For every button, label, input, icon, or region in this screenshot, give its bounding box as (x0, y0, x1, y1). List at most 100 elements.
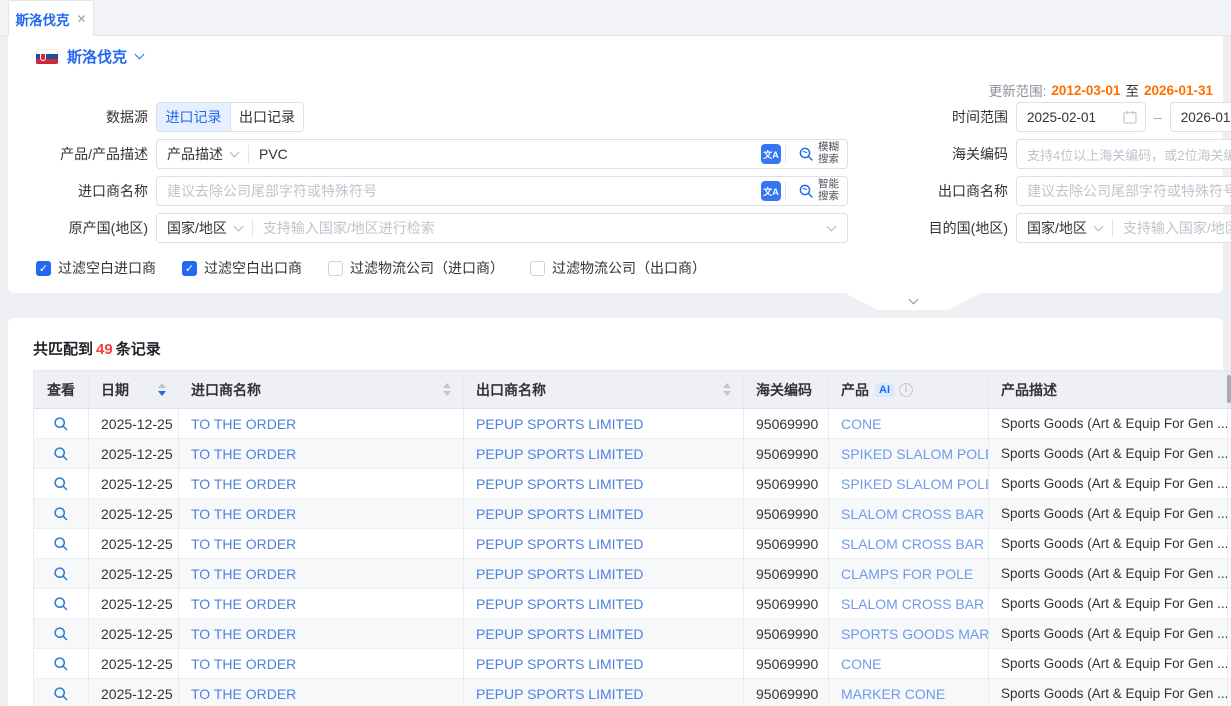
product-link[interactable]: SPIKED SLALOM POLE (829, 469, 989, 499)
exporter-link[interactable]: PEPUP SPORTS LIMITED (464, 439, 744, 469)
tab-slovakia[interactable]: 斯洛伐克 ✕ (8, 0, 94, 36)
update-range: 更新范围: 2012-03-01 至 2026-01-31 (989, 80, 1213, 100)
collapse-form-handle[interactable] (845, 293, 981, 310)
country-selector[interactable]: 斯洛伐克 (36, 46, 143, 67)
importer-link[interactable]: TO THE ORDER (179, 619, 464, 649)
product-link[interactable]: SLALOM CROSS BAR (829, 499, 989, 529)
product-link[interactable]: SPIKED SLALOM POLE (829, 439, 989, 469)
exporter-link[interactable]: PEPUP SPORTS LIMITED (464, 679, 744, 706)
view-cell (34, 469, 89, 499)
view-magnifier-icon[interactable] (53, 416, 69, 432)
product-link[interactable]: CONE (829, 409, 989, 439)
view-magnifier-icon[interactable] (53, 476, 69, 492)
tab-export-records[interactable]: 出口记录 (230, 103, 303, 131)
importer-link[interactable]: TO THE ORDER (179, 499, 464, 529)
exporter-link[interactable]: PEPUP SPORTS LIMITED (464, 529, 744, 559)
close-icon[interactable]: ✕ (76, 13, 86, 25)
translate-icon[interactable]: 文A (761, 144, 781, 164)
checkbox-icon[interactable] (530, 261, 545, 276)
view-magnifier-icon[interactable] (53, 596, 69, 612)
scrollbar-thumb[interactable] (1227, 375, 1231, 403)
importer-link[interactable]: TO THE ORDER (179, 559, 464, 589)
importer-link[interactable]: TO THE ORDER (179, 529, 464, 559)
info-icon[interactable]: i (899, 383, 913, 397)
product-link[interactable]: CLAMPS FOR POLE (829, 559, 989, 589)
view-magnifier-icon[interactable] (53, 446, 69, 462)
tab-title: 斯洛伐克 (15, 9, 69, 29)
exporter-link[interactable]: PEPUP SPORTS LIMITED (464, 619, 744, 649)
origin-country-label: 原产国(地区) (8, 213, 148, 243)
exporter-link[interactable]: PEPUP SPORTS LIMITED (464, 589, 744, 619)
exporter-link[interactable]: PEPUP SPORTS LIMITED (464, 499, 744, 529)
exporter-link[interactable]: PEPUP SPORTS LIMITED (464, 559, 744, 589)
table-row: 2025-12-25 TO THE ORDER PEPUP SPORTS LIM… (34, 649, 1231, 679)
product-link[interactable]: MARKER CONE (829, 679, 989, 706)
description-cell: Sports Goods (Art & Equip For Gen ... (989, 619, 1228, 649)
sort-icon[interactable] (723, 383, 731, 396)
hs-code-input[interactable]: 支持4位以上海关编码，或2位海关编码加上产品 (1016, 139, 1231, 169)
hs-code-cell: 95069990 (744, 409, 829, 439)
importer-link[interactable]: TO THE ORDER (179, 439, 464, 469)
filter-checkbox[interactable]: 过滤物流公司（进口商） (328, 258, 504, 278)
exporter-input[interactable]: 建议去除公司尾部字符或特殊符号 (1016, 176, 1231, 206)
hs-code-label: 海关编码 (882, 139, 1008, 169)
dest-country-select[interactable]: 国家/地区 (1017, 218, 1112, 238)
date-end-input[interactable]: 2026-01-31 (1170, 102, 1231, 132)
date-start-input[interactable]: 2025-02-01 (1016, 102, 1146, 132)
origin-country-select[interactable]: 国家/地区 (157, 218, 252, 238)
update-range-end: 2026-01-31 (1144, 83, 1213, 98)
exporter-link[interactable]: PEPUP SPORTS LIMITED (464, 649, 744, 679)
date-cell: 2025-12-25 (89, 499, 179, 529)
product-search-input[interactable]: PVC (249, 146, 761, 162)
product-search-box: 产品描述 PVC 文A 模糊搜索 (156, 139, 848, 169)
translate-icon[interactable]: 文A (761, 181, 781, 201)
view-cell (34, 589, 89, 619)
dest-country-select-value: 国家/地区 (1027, 218, 1087, 238)
table-row: 2025-12-25 TO THE ORDER PEPUP SPORTS LIM… (34, 679, 1231, 706)
importer-link[interactable]: TO THE ORDER (179, 469, 464, 499)
importer-link[interactable]: TO THE ORDER (179, 649, 464, 679)
sort-icon[interactable] (158, 383, 166, 396)
col-importer[interactable]: 进口商名称 (179, 371, 464, 409)
sort-icon[interactable] (443, 383, 451, 396)
view-magnifier-icon[interactable] (53, 686, 69, 702)
description-cell: Sports Goods (Art & Equip For Gen ... (989, 589, 1228, 619)
fuzzy-search-button[interactable]: 模糊搜索 (790, 142, 847, 165)
smart-search-line2: 搜索 (818, 190, 839, 202)
view-magnifier-icon[interactable] (53, 506, 69, 522)
view-magnifier-icon[interactable] (53, 536, 69, 552)
importer-input[interactable]: 建议去除公司尾部字符或特殊符号 (157, 181, 761, 201)
checkbox-icon[interactable] (328, 261, 343, 276)
view-cell (34, 619, 89, 649)
checkbox-icon[interactable]: ✓ (36, 261, 51, 276)
product-link[interactable]: CONE (829, 649, 989, 679)
exporter-link[interactable]: PEPUP SPORTS LIMITED (464, 409, 744, 439)
view-magnifier-icon[interactable] (53, 626, 69, 642)
smart-search-button[interactable]: 智能搜索 (790, 179, 847, 202)
origin-country-input[interactable]: 支持输入国家/地区进行检索 (253, 218, 828, 238)
filter-checkbox[interactable]: 过滤物流公司（出口商） (530, 258, 706, 278)
product-link[interactable]: SLALOM CROSS BAR (829, 529, 989, 559)
importer-link[interactable]: TO THE ORDER (179, 679, 464, 706)
dest-country-input[interactable]: 支持输入国家/地区进行检索 (1113, 218, 1231, 238)
hs-code-cell: 95069990 (744, 589, 829, 619)
filter-checkbox[interactable]: ✓ 过滤空白进口商 (36, 258, 156, 278)
product-link[interactable]: SPORTS GOODS MAR... (829, 619, 989, 649)
col-exporter[interactable]: 出口商名称 (464, 371, 744, 409)
tab-import-records[interactable]: 进口记录 (157, 103, 230, 131)
hs-code-cell: 95069990 (744, 499, 829, 529)
importer-link[interactable]: TO THE ORDER (179, 409, 464, 439)
hs-code-cell: 95069990 (744, 619, 829, 649)
importer-link[interactable]: TO THE ORDER (179, 589, 464, 619)
product-type-select[interactable]: 产品描述 (157, 144, 248, 164)
exporter-link[interactable]: PEPUP SPORTS LIMITED (464, 469, 744, 499)
search-icon (798, 183, 815, 200)
summary-count: 49 (93, 341, 116, 358)
view-magnifier-icon[interactable] (53, 656, 69, 672)
view-magnifier-icon[interactable] (53, 566, 69, 582)
hs-code-placeholder: 支持4位以上海关编码，或2位海关编码加上产品 (1017, 145, 1231, 164)
filter-checkbox[interactable]: ✓ 过滤空白出口商 (182, 258, 302, 278)
checkbox-icon[interactable]: ✓ (182, 261, 197, 276)
col-date[interactable]: 日期 (89, 371, 179, 409)
product-link[interactable]: SLALOM CROSS BAR (829, 589, 989, 619)
